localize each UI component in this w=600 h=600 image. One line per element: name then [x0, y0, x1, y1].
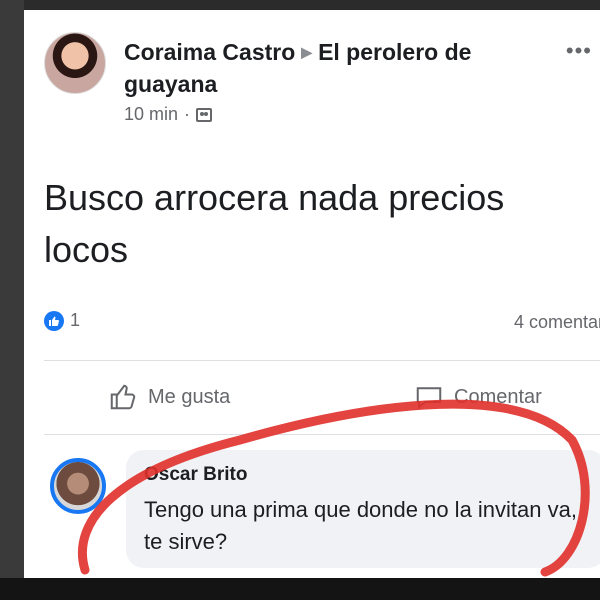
post-text: Busco arrocera nada precios locos: [44, 177, 505, 270]
comment-item: Oscar Brito Tengo una prima que donde no…: [44, 450, 600, 574]
group-privacy-icon: [196, 107, 213, 122]
meta-separator: ·: [184, 104, 191, 124]
thumbs-up-icon: [110, 384, 136, 410]
reactions-summary[interactable]: 1: [44, 310, 80, 331]
post-meta: 10 min ·: [124, 104, 544, 125]
post-time[interactable]: 10 min: [124, 104, 178, 125]
comment-button-label: Comentar: [454, 385, 542, 408]
bottom-bar: [0, 578, 600, 600]
like-reaction-icon: [44, 310, 64, 331]
reaction-count: 1: [70, 310, 81, 330]
divider: [44, 434, 600, 435]
more-options-icon[interactable]: •••: [566, 38, 592, 64]
comments-count[interactable]: 4 comentario: [514, 312, 600, 333]
like-button-label: Me gusta: [148, 385, 231, 408]
post-header: Coraima Castro ▶ El perolero de guayana 10…: [124, 36, 544, 125]
comment-button[interactable]: Comentar: [414, 382, 542, 412]
left-edge: [0, 0, 24, 600]
divider: [44, 360, 600, 361]
author-name[interactable]: Coraima Castro: [124, 39, 295, 65]
comment-bubble: Oscar Brito Tengo una prima que donde no…: [126, 450, 600, 568]
comment-bubble-icon: [416, 387, 442, 410]
commenter-avatar[interactable]: [50, 458, 106, 514]
like-button[interactable]: Me gusta: [108, 382, 230, 412]
author-avatar[interactable]: [44, 32, 106, 94]
comment-text: Tengo una prima que donde no la invitan …: [144, 497, 577, 554]
top-bar: [0, 0, 600, 10]
post-card: Coraima Castro ▶ El perolero de guayana 10…: [24, 10, 600, 578]
author-line: Coraima Castro ▶ El perolero de guayana: [124, 36, 544, 100]
arrow-right-icon: ▶: [301, 44, 313, 60]
commenter-name[interactable]: Oscar Brito: [144, 464, 588, 486]
